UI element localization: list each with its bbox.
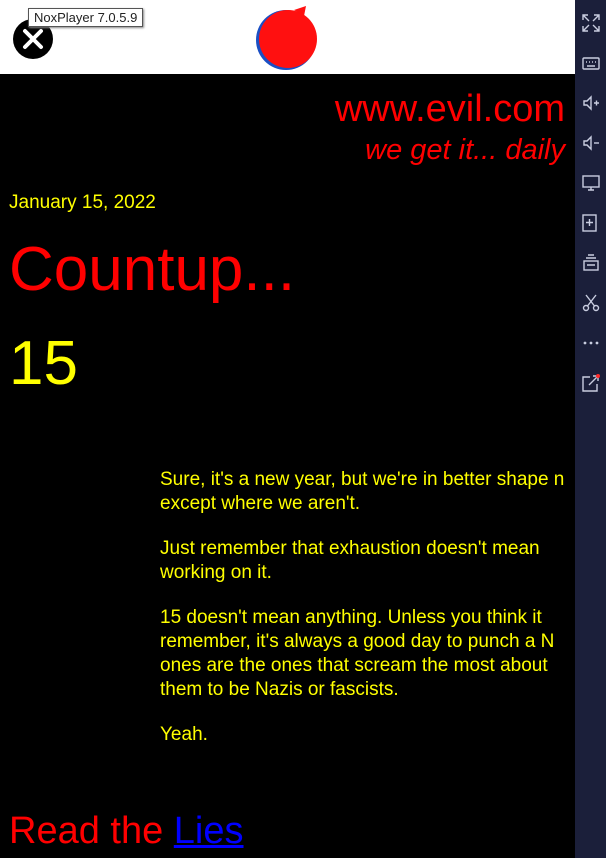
share-icon[interactable] bbox=[582, 374, 600, 392]
close-icon bbox=[23, 29, 43, 49]
more-icon[interactable] bbox=[582, 334, 600, 352]
volume-up-icon[interactable] bbox=[582, 94, 600, 112]
window-title-tooltip: NoxPlayer 7.0.5.9 bbox=[28, 8, 144, 27]
post-title: Countup... bbox=[9, 235, 296, 304]
site-logo[interactable] bbox=[254, 4, 322, 72]
paragraph-4: Yeah. bbox=[160, 723, 575, 747]
read-lies-link[interactable]: Lies bbox=[174, 810, 244, 852]
paragraph-1: Sure, it's a new year, but we're in bett… bbox=[160, 468, 575, 516]
logo-icon bbox=[256, 6, 317, 70]
paragraph-line: remember, it's always a good day to punc… bbox=[160, 631, 555, 652]
paragraph-line: working on it. bbox=[160, 562, 272, 583]
scissors-icon[interactable] bbox=[582, 294, 600, 312]
paragraph-line: Just remember that exhaustion doesn't me… bbox=[160, 538, 540, 559]
paragraph-line: Yeah. bbox=[160, 724, 208, 745]
multi-instance-icon[interactable] bbox=[582, 254, 600, 272]
post-body: Sure, it's a new year, but we're in bett… bbox=[160, 468, 575, 768]
site-name[interactable]: www.evil.com bbox=[335, 88, 565, 131]
paragraph-line: them to be Nazis or fascists. bbox=[160, 679, 399, 700]
fullscreen-icon[interactable] bbox=[582, 14, 600, 32]
post-number: 15 bbox=[9, 329, 78, 398]
page-content: www.evil.com we get it... daily January … bbox=[0, 74, 575, 858]
post-date: January 15, 2022 bbox=[9, 192, 156, 213]
volume-down-icon[interactable] bbox=[582, 134, 600, 152]
apk-install-icon[interactable] bbox=[582, 214, 600, 232]
paragraph-line: except where we aren't. bbox=[160, 493, 361, 514]
paragraph-line: 15 doesn't mean anything. Unless you thi… bbox=[160, 607, 542, 628]
keyboard-icon[interactable] bbox=[582, 54, 600, 72]
read-more-prefix: Read the bbox=[9, 810, 174, 852]
paragraph-3: 15 doesn't mean anything. Unless you thi… bbox=[160, 606, 575, 702]
paragraph-line: Sure, it's a new year, but we're in bett… bbox=[160, 469, 565, 490]
screen-icon[interactable] bbox=[582, 174, 600, 192]
emulator-sidebar bbox=[575, 0, 606, 858]
paragraph-2: Just remember that exhaustion doesn't me… bbox=[160, 537, 575, 585]
paragraph-line: ones are the ones that scream the most a… bbox=[160, 655, 548, 676]
site-tagline: we get it... daily bbox=[365, 134, 565, 166]
top-header: NoxPlayer 7.0.5.9 bbox=[0, 0, 575, 74]
read-more: Read the Lies bbox=[9, 810, 244, 853]
